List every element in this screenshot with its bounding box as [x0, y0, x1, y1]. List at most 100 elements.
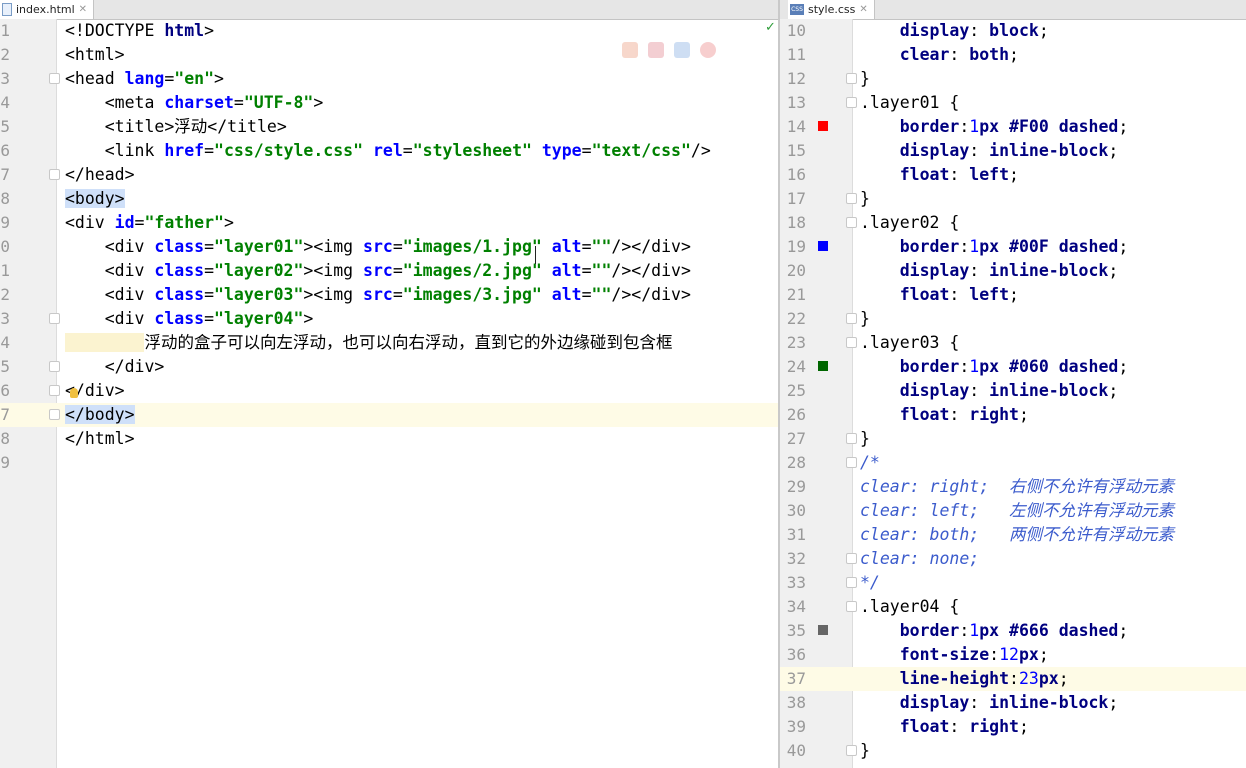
code-token: ; — [1058, 669, 1069, 688]
fold-marker-icon[interactable] — [846, 73, 857, 84]
code-line[interactable]: 36 font-size:12px; — [780, 643, 1246, 667]
fold-marker-icon[interactable] — [846, 97, 857, 108]
code-line[interactable]: 23 .layer03 { — [780, 331, 1246, 355]
fold-marker-icon[interactable] — [846, 745, 857, 756]
code-line[interactable]: 30 clear: left; 左侧不允许有浮动元素 — [780, 499, 1246, 523]
code-line[interactable]: 22} — [780, 307, 1246, 331]
code-line[interactable]: 18 .layer02 { — [780, 211, 1246, 235]
line-number: 35 — [786, 621, 806, 640]
code-line[interactable]: 6 </div> — [0, 379, 778, 403]
code-token: ><img — [303, 261, 364, 280]
code-token: px — [979, 357, 1010, 376]
code-line[interactable]: 40} — [780, 739, 1246, 763]
fold-marker-icon[interactable] — [846, 577, 857, 588]
code-text: </body> — [65, 403, 135, 427]
tab-style-css[interactable]: CSS style.css ✕ — [788, 0, 875, 19]
code-line[interactable]: 33 */ — [780, 571, 1246, 595]
fold-marker-icon[interactable] — [846, 457, 857, 468]
code-line[interactable]: 15 display: inline-block; — [780, 139, 1246, 163]
code-line[interactable]: 1 <!DOCTYPE html> — [0, 19, 778, 43]
code-token: float — [860, 405, 950, 424]
code-line[interactable]: 4 <meta charset="UTF-8"> — [0, 91, 778, 115]
code-line[interactable]: 2 <div class="layer03"><img src="images/… — [0, 283, 778, 307]
code-line[interactable]: 39 float: right; — [780, 715, 1246, 739]
css-editor-pane[interactable]: CSS style.css ✕ 10 display: block; 11 cle… — [780, 0, 1246, 768]
color-swatch-icon[interactable] — [818, 361, 828, 371]
fold-marker-icon[interactable] — [846, 337, 857, 348]
code-token: > — [223, 213, 234, 232]
fold-marker-icon[interactable] — [49, 169, 60, 180]
code-line[interactable]: 21 float: left; — [780, 283, 1246, 307]
code-line[interactable]: 3 <div class="layer04"> — [0, 307, 778, 331]
code-text: clear: right; 右侧不允许有浮动元素 — [860, 475, 1174, 499]
code-token: <html> — [65, 45, 125, 64]
code-token: : — [959, 621, 970, 640]
code-line[interactable]: 25 display: inline-block; — [780, 379, 1246, 403]
code-token: : — [949, 45, 970, 64]
fold-marker-icon[interactable] — [846, 313, 857, 324]
code-line[interactable]: 29 clear: right; 右侧不允许有浮动元素 — [780, 475, 1246, 499]
code-line[interactable]: 12} — [780, 67, 1246, 91]
code-line[interactable]: 5 </div> — [0, 355, 778, 379]
code-text: float: left; — [860, 283, 1019, 307]
tab-index-html[interactable]: index.html ✕ — [0, 0, 95, 19]
code-token: /></div> — [611, 237, 691, 256]
color-swatch-icon[interactable] — [818, 121, 828, 131]
color-swatch-icon[interactable] — [818, 241, 828, 251]
code-line[interactable]: 1 <div class="layer02"><img src="images/… — [0, 259, 778, 283]
code-line[interactable]: 27} — [780, 427, 1246, 451]
code-line[interactable]: 14 border:1px #F00 dashed; — [780, 115, 1246, 139]
code-line[interactable]: 6 <link href="css/style.css" rel="styles… — [0, 139, 778, 163]
code-line[interactable]: 37 line-height:23px; — [780, 667, 1246, 691]
close-icon[interactable]: ✕ — [859, 1, 867, 18]
fold-marker-icon[interactable] — [846, 553, 857, 564]
code-line[interactable]: 7 </body> — [0, 403, 778, 427]
lightbulb-icon[interactable] — [70, 388, 78, 398]
code-line[interactable]: 28 /* — [780, 451, 1246, 475]
fold-marker-icon[interactable] — [49, 361, 60, 372]
code-line[interactable]: 4 浮动的盒子可以向左浮动，也可以向右浮动，直到它的外边缘碰到包含框 — [0, 331, 778, 355]
code-line[interactable]: 35 border:1px #666 dashed; — [780, 619, 1246, 643]
code-token: alt — [551, 261, 582, 280]
code-line[interactable]: 5 <title>浮动</title> — [0, 115, 778, 139]
code-line[interactable]: 13 .layer01 { — [780, 91, 1246, 115]
fold-marker-icon[interactable] — [49, 313, 60, 324]
code-line[interactable]: 17} — [780, 187, 1246, 211]
code-text: } — [860, 67, 870, 91]
close-icon[interactable]: ✕ — [79, 1, 87, 18]
code-line[interactable]: 19 border:1px #00F dashed; — [780, 235, 1246, 259]
fold-marker-icon[interactable] — [846, 193, 857, 204]
code-line[interactable]: 9 — [0, 451, 778, 475]
code-token: #666 — [1009, 621, 1059, 640]
fold-marker-icon[interactable] — [846, 433, 857, 444]
code-line[interactable]: 0 <div class="layer01"><img src="images/… — [0, 235, 778, 259]
code-line[interactable]: 10 display: block; — [780, 19, 1246, 43]
code-line[interactable]: 3 <head lang="en"> — [0, 67, 778, 91]
code-token: = — [392, 285, 403, 304]
code-line[interactable]: 8 <body> — [0, 187, 778, 211]
code-line[interactable]: 20 display: inline-block; — [780, 259, 1246, 283]
fold-marker-icon[interactable] — [846, 217, 857, 228]
code-line[interactable]: 2 <html> — [0, 43, 778, 67]
html-editor-pane[interactable]: index.html ✕ ✓ 1 <!DOCTYPE html> 2 <html> 3 <… — [0, 0, 778, 768]
code-line[interactable]: 16 float: left; — [780, 163, 1246, 187]
code-line[interactable]: 38 display: inline-block; — [780, 691, 1246, 715]
code-line[interactable]: 11 clear: both; — [780, 43, 1246, 67]
code-line[interactable]: 8 </html> — [0, 427, 778, 451]
fold-marker-icon[interactable] — [846, 601, 857, 612]
code-line[interactable]: 26 float: right; — [780, 403, 1246, 427]
code-line[interactable]: 9 <div id="father"> — [0, 211, 778, 235]
color-swatch-icon[interactable] — [818, 625, 828, 635]
code-token: : — [959, 117, 970, 136]
code-line[interactable]: 24 border:1px #060 dashed; — [780, 355, 1246, 379]
fold-marker-icon[interactable] — [49, 409, 60, 420]
code-token: = — [204, 309, 215, 328]
code-token: = — [392, 261, 403, 280]
code-line[interactable]: 32 clear: none; — [780, 547, 1246, 571]
code-line[interactable]: 34 .layer04 { — [780, 595, 1246, 619]
code-line[interactable]: 31 clear: both; 两侧不允许有浮动元素 — [780, 523, 1246, 547]
fold-marker-icon[interactable] — [49, 385, 60, 396]
fold-marker-icon[interactable] — [49, 73, 60, 84]
code-line[interactable]: 7 </head> — [0, 163, 778, 187]
code-token: 左侧不允许有浮动元素 — [1009, 501, 1175, 520]
